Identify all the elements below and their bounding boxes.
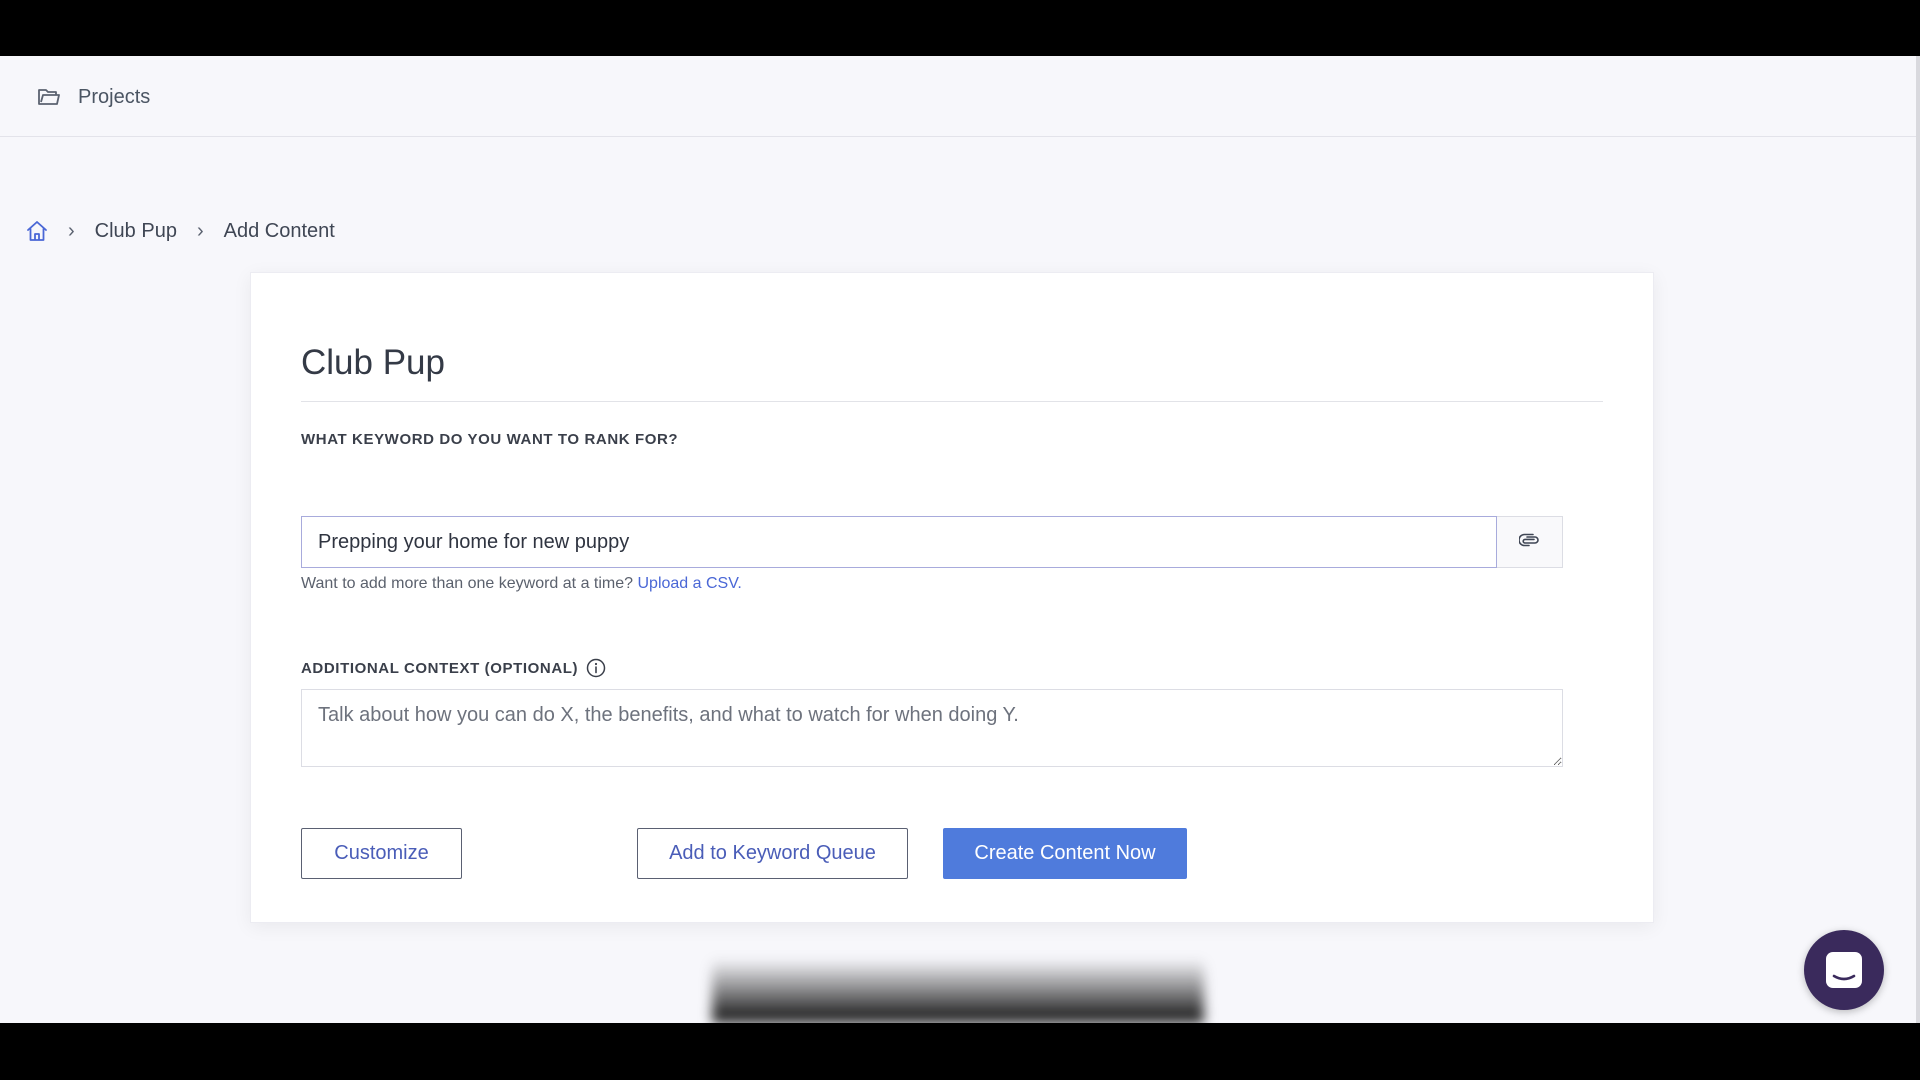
projects-label: Projects (78, 85, 151, 108)
attach-file-button[interactable] (1497, 516, 1563, 568)
blurred-overlay (712, 959, 1204, 1023)
breadcrumb-item-club-pup[interactable]: Club Pup (95, 220, 177, 243)
page-title: Club Pup (301, 343, 445, 382)
folder-icon (38, 88, 60, 106)
helper-text: Want to add more than one keyword at a t… (301, 575, 634, 592)
breadcrumb-separator: › (68, 219, 75, 242)
context-label: ADDITIONAL CONTEXT (OPTIONAL) (301, 659, 579, 677)
additional-context-textarea[interactable] (301, 689, 1563, 767)
keyword-input[interactable] (301, 516, 1497, 568)
breadcrumb: › Club Pup › Add Content (26, 216, 335, 246)
projects-nav-link[interactable]: Projects (38, 82, 150, 112)
add-to-keyword-queue-button[interactable]: Add to Keyword Queue (637, 828, 908, 879)
upload-csv-link[interactable]: Upload a CSV. (637, 575, 741, 592)
context-label-row: ADDITIONAL CONTEXT (OPTIONAL) (301, 658, 606, 678)
breadcrumb-separator: › (196, 219, 204, 242)
info-icon[interactable] (586, 658, 606, 678)
app-window: Projects › Club Pup › Add Content Club P… (0, 56, 1916, 1023)
paperclip-icon (1517, 533, 1541, 552)
csv-helper-text: Want to add more than one keyword at a t… (301, 575, 742, 593)
top-bar: Projects (0, 56, 1916, 137)
add-content-card: Club Pup WHAT KEYWORD DO YOU WANT TO RAN… (250, 272, 1654, 923)
home-icon[interactable] (26, 220, 48, 242)
breadcrumb-item-add-content: Add Content (223, 219, 335, 242)
create-content-now-button[interactable]: Create Content Now (943, 828, 1187, 879)
customize-button[interactable]: Customize (301, 828, 462, 879)
keyword-label: WHAT KEYWORD DO YOU WANT TO RANK FOR? (301, 431, 679, 448)
scrollbar[interactable] (1916, 56, 1920, 1023)
chat-icon (1824, 950, 1864, 990)
title-divider (301, 401, 1603, 402)
chat-launcher-button[interactable] (1804, 930, 1884, 1010)
screen-frame: Projects › Club Pup › Add Content Club P… (0, 0, 1920, 1080)
